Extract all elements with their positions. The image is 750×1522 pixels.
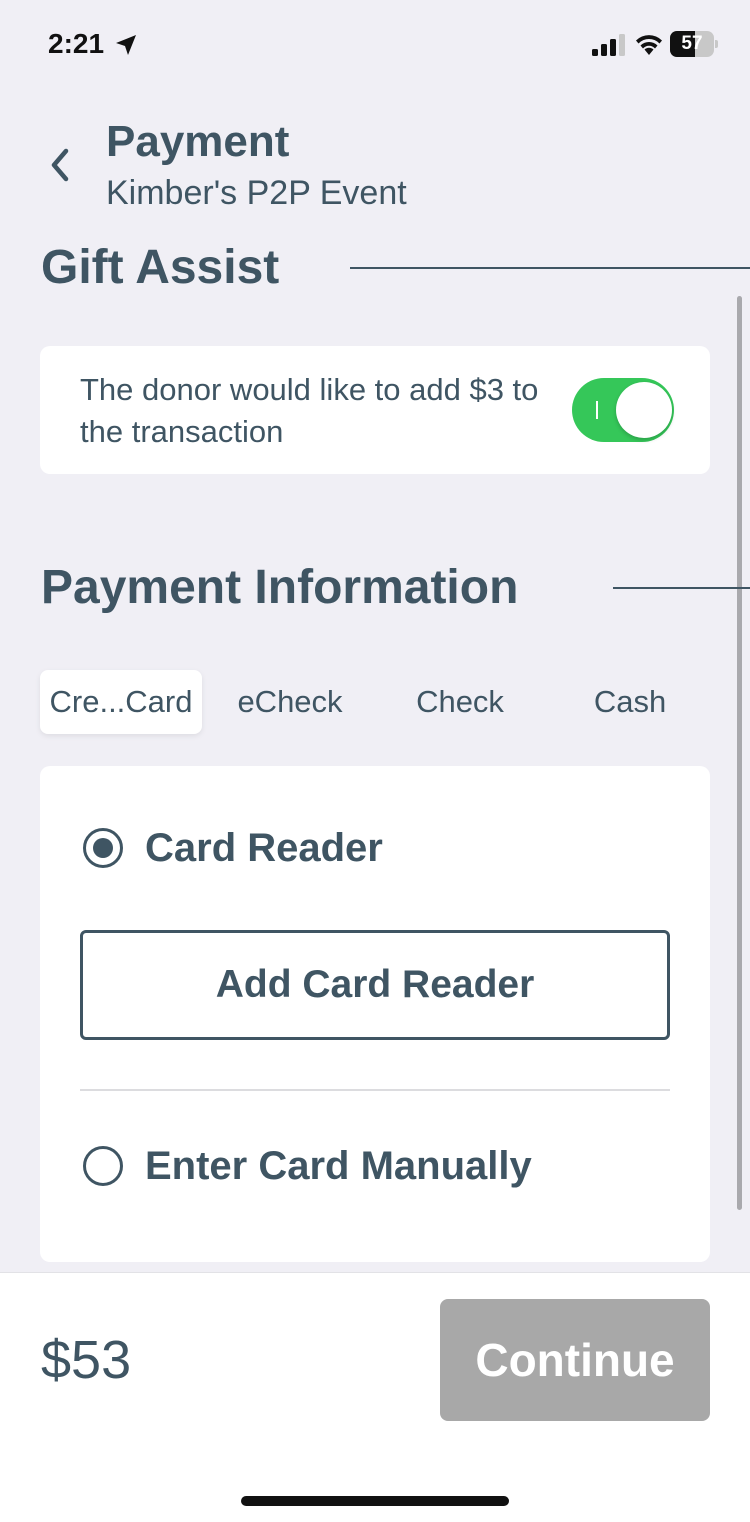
location-arrow-icon [116, 35, 136, 55]
back-button[interactable] [40, 140, 80, 190]
gift-assist-description: The donor would like to add $3 to the tr… [80, 372, 539, 449]
continue-button[interactable]: Continue [440, 1299, 710, 1421]
toggle-knob [616, 382, 672, 438]
payment-method-card: Card Reader Add Card Reader Enter Card M… [40, 766, 710, 1262]
page-subtitle: Kimber's P2P Event [106, 174, 407, 212]
tab-cash[interactable]: Cash [554, 670, 706, 734]
status-time: 2:21 [48, 28, 105, 59]
scrollbar[interactable] [737, 296, 742, 1210]
payment-screen: 2:21 57 Payment Kimber's P2P Event Gift … [0, 0, 750, 1522]
battery-body: 57 [670, 31, 714, 57]
cellular-signal-icon [592, 34, 625, 56]
payment-information-rule [613, 587, 750, 589]
gift-assist-card: The donor would like to add $3 to the tr… [40, 346, 710, 474]
enter-card-manually-radio[interactable] [83, 1146, 123, 1186]
radio-selected-dot [93, 838, 113, 858]
total-amount: $53 [41, 1330, 132, 1390]
payment-information-title: Payment Information [41, 561, 519, 614]
footer-bar: $53 Continue [0, 1272, 750, 1522]
battery-cap [715, 40, 718, 48]
option-divider [80, 1089, 670, 1091]
card-reader-label[interactable]: Card Reader [145, 826, 383, 871]
add-card-reader-button[interactable]: Add Card Reader [80, 930, 670, 1040]
gift-assist-rule [350, 267, 750, 269]
toggle-on-mark [596, 401, 598, 419]
page-title: Payment [106, 117, 290, 166]
battery-level: 57 [681, 33, 703, 54]
tab-credit-card[interactable]: Cre...Card [40, 670, 202, 734]
status-bar: 2:21 57 [0, 0, 750, 90]
home-indicator[interactable] [241, 1496, 509, 1506]
gift-assist-toggle[interactable] [572, 378, 674, 442]
card-reader-radio[interactable] [83, 828, 123, 868]
enter-card-manually-label[interactable]: Enter Card Manually [145, 1144, 532, 1189]
battery-icon: 57 [670, 31, 718, 57]
tab-check[interactable]: Check [384, 670, 536, 734]
gift-assist-title: Gift Assist [41, 241, 280, 294]
tab-echeck[interactable]: eCheck [214, 670, 366, 734]
chevron-left-icon [51, 148, 69, 182]
wifi-icon [636, 35, 662, 55]
